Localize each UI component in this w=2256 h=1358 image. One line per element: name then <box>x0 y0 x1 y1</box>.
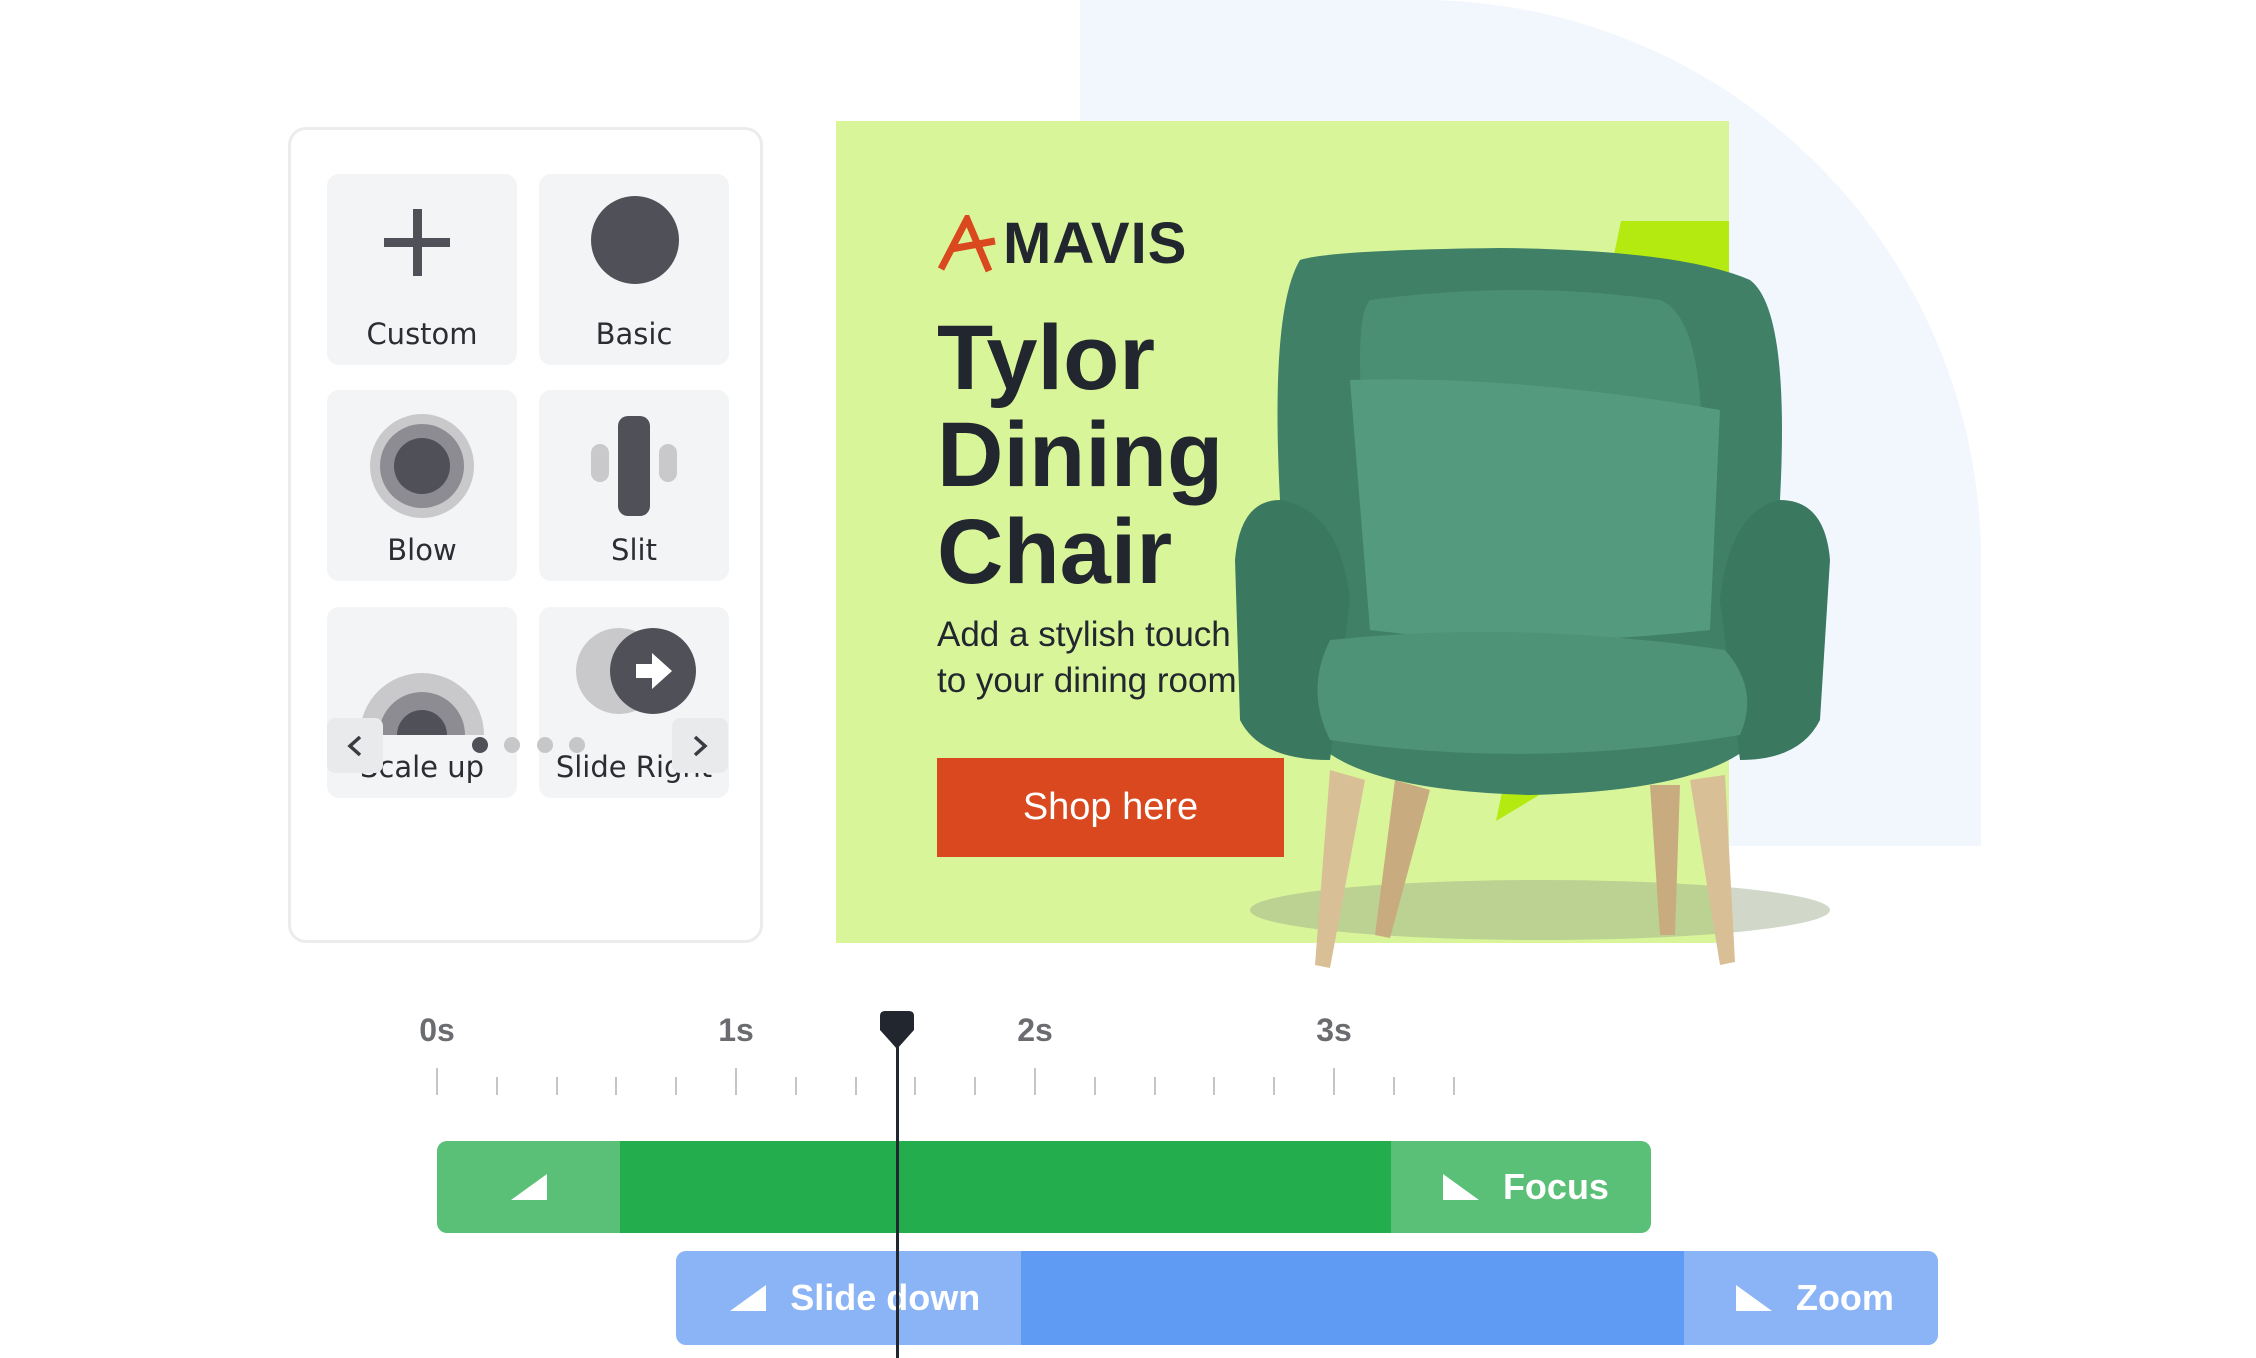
minor-tick <box>914 1077 917 1095</box>
minor-tick <box>555 1077 558 1095</box>
tile-basic[interactable]: Basic <box>539 174 729 365</box>
minor-tick <box>794 1077 797 1095</box>
playhead-line[interactable] <box>895 1018 899 1358</box>
time-label: 0s <box>419 1012 455 1048</box>
minor-tick <box>1452 1077 1455 1095</box>
major-tick <box>1333 1068 1335 1095</box>
tile-custom[interactable]: Custom <box>327 174 517 365</box>
minor-tick <box>675 1077 678 1095</box>
tile-blow[interactable]: Blow <box>327 390 517 581</box>
minor-tick <box>1093 1077 1096 1095</box>
track-focus[interactable]: Focus <box>437 1141 1651 1233</box>
page-dot[interactable] <box>504 737 520 753</box>
circle-icon <box>591 196 679 284</box>
minor-tick <box>1213 1077 1216 1095</box>
page-dot[interactable] <box>569 737 585 753</box>
major-tick <box>436 1068 438 1095</box>
plus-icon <box>384 209 450 276</box>
time-label: 3s <box>1316 1012 1352 1048</box>
minor-tick <box>1153 1077 1156 1095</box>
time-label: 2s <box>1017 1012 1053 1048</box>
ease-in-icon <box>510 1174 547 1200</box>
tile-slit[interactable]: Slit <box>539 390 729 581</box>
tile-label: Basic <box>595 317 673 351</box>
minor-tick <box>974 1077 977 1095</box>
minor-tick <box>854 1077 857 1095</box>
tile-label: Blow <box>387 533 457 567</box>
track-out-handle[interactable]: Zoom <box>1683 1251 1938 1345</box>
prev-page-button[interactable] <box>327 718 383 773</box>
minor-tick <box>615 1077 618 1095</box>
track-out-handle[interactable]: Focus <box>1390 1141 1651 1233</box>
time-label: 1s <box>718 1012 754 1048</box>
chair-image <box>1235 248 1830 968</box>
minor-tick <box>1273 1077 1276 1095</box>
chevron-right-icon <box>693 735 708 756</box>
major-tick <box>1034 1068 1036 1095</box>
minor-tick <box>1392 1077 1395 1095</box>
track-out-label: Focus <box>1502 1166 1609 1207</box>
track-in-label: Slide down <box>790 1277 981 1318</box>
slit-icon-bars <box>539 390 729 530</box>
brand-name: MAVIS <box>1003 211 1188 276</box>
chevron-left-icon <box>347 735 362 756</box>
page-dot-active[interactable] <box>472 737 488 753</box>
minor-tick <box>495 1077 498 1095</box>
brand-logo: MAVIS <box>937 210 1187 277</box>
brand-mark-icon <box>937 214 996 272</box>
next-page-button[interactable] <box>672 718 728 773</box>
major-tick <box>735 1068 737 1095</box>
ease-in-icon <box>730 1285 767 1311</box>
page-dot[interactable] <box>537 737 553 753</box>
track-slide-down[interactable]: Slide down Zoom <box>676 1251 1938 1345</box>
track-body[interactable] <box>620 1141 1391 1233</box>
playhead-handle[interactable] <box>878 1010 916 1050</box>
track-body[interactable] <box>1021 1251 1684 1345</box>
ease-out-icon <box>1442 1174 1479 1200</box>
track-out-label: Zoom <box>1795 1277 1894 1318</box>
blow-icon <box>370 414 474 518</box>
track-in-handle[interactable]: Slide down <box>676 1251 1022 1345</box>
track-in-handle[interactable] <box>437 1141 620 1233</box>
tile-label: Custom <box>366 317 478 351</box>
tile-label: Slit <box>611 533 657 567</box>
ease-out-icon <box>1735 1285 1772 1311</box>
